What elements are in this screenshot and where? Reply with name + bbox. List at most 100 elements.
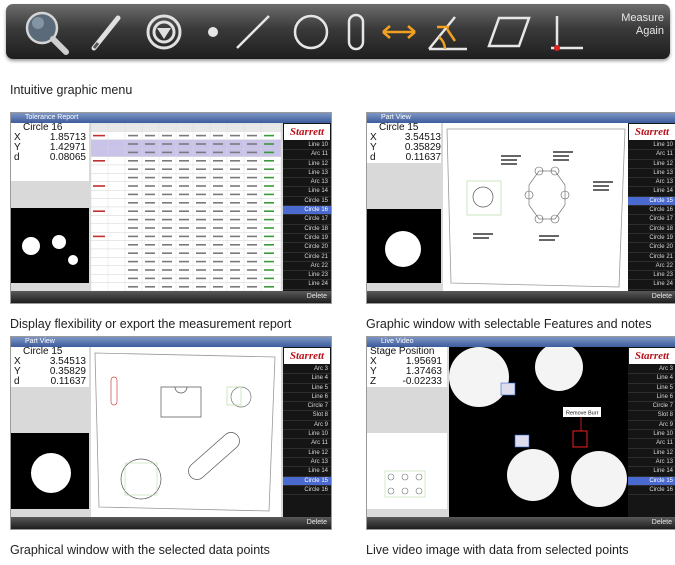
feature-list-item[interactable]: Circle 16: [628, 486, 675, 496]
feature-list[interactable]: Starrett Arc 3 Line 4 Line 5 Line 6 Circle 7…: [283, 347, 331, 517]
feature-list-item[interactable]: Circle 7: [283, 402, 331, 412]
feature-list-item[interactable]: Circle 15: [628, 196, 675, 207]
feature-list-item[interactable]: Line 6: [628, 393, 675, 403]
feature-list-item[interactable]: Circle 20: [628, 243, 675, 253]
feature-list-item[interactable]: Line 5: [283, 384, 331, 393]
feature-list-item[interactable]: Line 10: [628, 141, 675, 151]
feature-list-item[interactable]: Arc 11: [283, 439, 331, 449]
feature-list-item[interactable]: Circle 16: [283, 486, 331, 496]
target-tool-icon[interactable]: [141, 4, 187, 59]
part-thumbnail[interactable]: [11, 433, 89, 509]
feature-list-item[interactable]: Circle 7: [628, 402, 675, 412]
delete-button[interactable]: Delete: [307, 291, 327, 303]
feature-list-item[interactable]: Line 6: [283, 393, 331, 403]
measure-again-button[interactable]: Measure Again: [598, 12, 664, 52]
feature-list-item[interactable]: Circle 15: [283, 476, 331, 486]
feature-list-item[interactable]: Line 14: [628, 187, 675, 197]
feature-list-item[interactable]: Circle 19: [283, 234, 331, 244]
feature-list-item[interactable]: Circle 15: [283, 197, 331, 207]
delete-button[interactable]: Delete: [652, 517, 672, 529]
feature-list-item[interactable]: Circle 18: [628, 225, 675, 234]
circle-tool-icon[interactable]: [291, 4, 331, 59]
perpendicular-tool-icon[interactable]: [546, 4, 586, 59]
feature-list-item[interactable]: Line 14: [628, 467, 675, 477]
table-cell-mark: [213, 193, 223, 196]
graphical-canvas[interactable]: [91, 347, 281, 517]
feature-list-item[interactable]: Line 12: [283, 449, 331, 458]
table-cell-mark: [264, 151, 274, 154]
table-cell-mark: [128, 185, 138, 187]
distance-tool-icon[interactable]: [378, 4, 420, 59]
feature-list-item[interactable]: Arc 22: [283, 262, 331, 272]
feature-list-item[interactable]: Line 14: [283, 187, 331, 197]
feature-list-item[interactable]: Arc 11: [283, 150, 331, 160]
parallelogram-tool-icon[interactable]: [484, 4, 534, 59]
feature-list-item[interactable]: Slot 8: [628, 411, 675, 421]
delete-button[interactable]: Delete: [652, 291, 672, 303]
part-thumbnail[interactable]: [367, 209, 441, 283]
feature-list-item[interactable]: Line 10: [283, 141, 331, 151]
feature-list-item[interactable]: Line 5: [628, 384, 675, 393]
feature-list-item[interactable]: Circle 17: [628, 215, 675, 225]
feature-list-item[interactable]: Circle 17: [283, 215, 331, 225]
feature-list-item[interactable]: Arc 11: [628, 150, 675, 160]
feature-list-item[interactable]: Line 24: [283, 280, 331, 290]
feature-list-item[interactable]: Arc 9: [283, 421, 331, 431]
magnifier-tool-icon[interactable]: [20, 4, 72, 59]
feature-list-item[interactable]: Line 14: [283, 467, 331, 477]
feature-list-item[interactable]: Line 23: [283, 271, 331, 281]
d-value: 0.11637: [50, 376, 86, 387]
feature-list-item[interactable]: Line 4: [628, 374, 675, 384]
feature-list-item[interactable]: Circle 18: [283, 225, 331, 234]
feature-list-item[interactable]: Line 13: [628, 169, 675, 179]
line-tool-icon[interactable]: [232, 4, 274, 59]
feature-list-item[interactable]: Circle 21: [283, 253, 331, 262]
feature-list-item[interactable]: Line 23: [628, 271, 675, 281]
angle-tool-icon[interactable]: [424, 4, 472, 59]
feature-list-item[interactable]: Line 24: [628, 280, 675, 290]
table-cell-mark: [128, 235, 138, 238]
feature-list-item[interactable]: Arc 9: [628, 421, 675, 431]
feature-list-item[interactable]: Line 12: [283, 160, 331, 169]
feature-list-item[interactable]: Arc 13: [628, 178, 675, 188]
feature-list-item[interactable]: Arc 3: [628, 365, 675, 375]
feature-list[interactable]: Starrett Line 10 Arc 11 Line 12 Line 13 Arc …: [283, 123, 331, 291]
part-thumbnail[interactable]: [367, 433, 447, 509]
feature-list[interactable]: Starrett Line 10 Arc 11 Line 12 Line 13 Arc …: [628, 123, 675, 291]
feature-list-item[interactable]: Line 13: [283, 169, 331, 179]
feature-list-item[interactable]: Arc 13: [283, 178, 331, 188]
feature-list-item[interactable]: Line 12: [628, 160, 675, 169]
feature-list-item[interactable]: Arc 22: [628, 262, 675, 272]
part-view-canvas[interactable]: [443, 123, 629, 291]
feature-list-item[interactable]: Slot 8: [283, 411, 331, 421]
feature-list-item[interactable]: Circle 16: [628, 206, 675, 216]
tolerance-table[interactable]: [90, 122, 282, 292]
table-cell-mark: [264, 260, 274, 263]
feature-list-item[interactable]: Circle 21: [628, 253, 675, 262]
table-cell-mark: [179, 260, 189, 263]
pen-tool-icon[interactable]: [86, 4, 126, 59]
feature-list-item[interactable]: Arc 3: [283, 365, 331, 375]
slot-tool-icon[interactable]: [344, 4, 368, 59]
feature-list-item[interactable]: Line 4: [283, 374, 331, 384]
feature-list-item[interactable]: Circle 15: [628, 476, 675, 486]
point-tool-icon[interactable]: [201, 4, 225, 59]
table-cell-mark: [179, 202, 189, 204]
feature-list-item[interactable]: Line 12: [628, 449, 675, 458]
feature-list-item[interactable]: Circle 16: [283, 206, 331, 216]
feature-list-item[interactable]: Arc 13: [628, 458, 675, 468]
feature-list-item[interactable]: Arc 11: [628, 439, 675, 449]
feature-list-item[interactable]: Line 10: [628, 430, 675, 440]
feature-list-item[interactable]: Circle 19: [628, 234, 675, 244]
delete-button[interactable]: Delete: [307, 517, 327, 529]
feature-list[interactable]: Starrett Arc 3 Line 4 Line 5 Line 6 Circle 7…: [628, 347, 675, 517]
part-thumbnail[interactable]: [11, 208, 89, 283]
feature-list-item[interactable]: Circle 20: [283, 243, 331, 253]
live-video-view[interactable]: Remove Burr: [449, 343, 629, 517]
feature-list-item[interactable]: Line 10: [283, 430, 331, 440]
table-cell-mark: [128, 277, 138, 280]
table-cell-mark: [145, 134, 155, 137]
table-row: [90, 122, 282, 132]
table-cell-mark: [145, 218, 155, 221]
feature-list-item[interactable]: Arc 13: [283, 458, 331, 468]
